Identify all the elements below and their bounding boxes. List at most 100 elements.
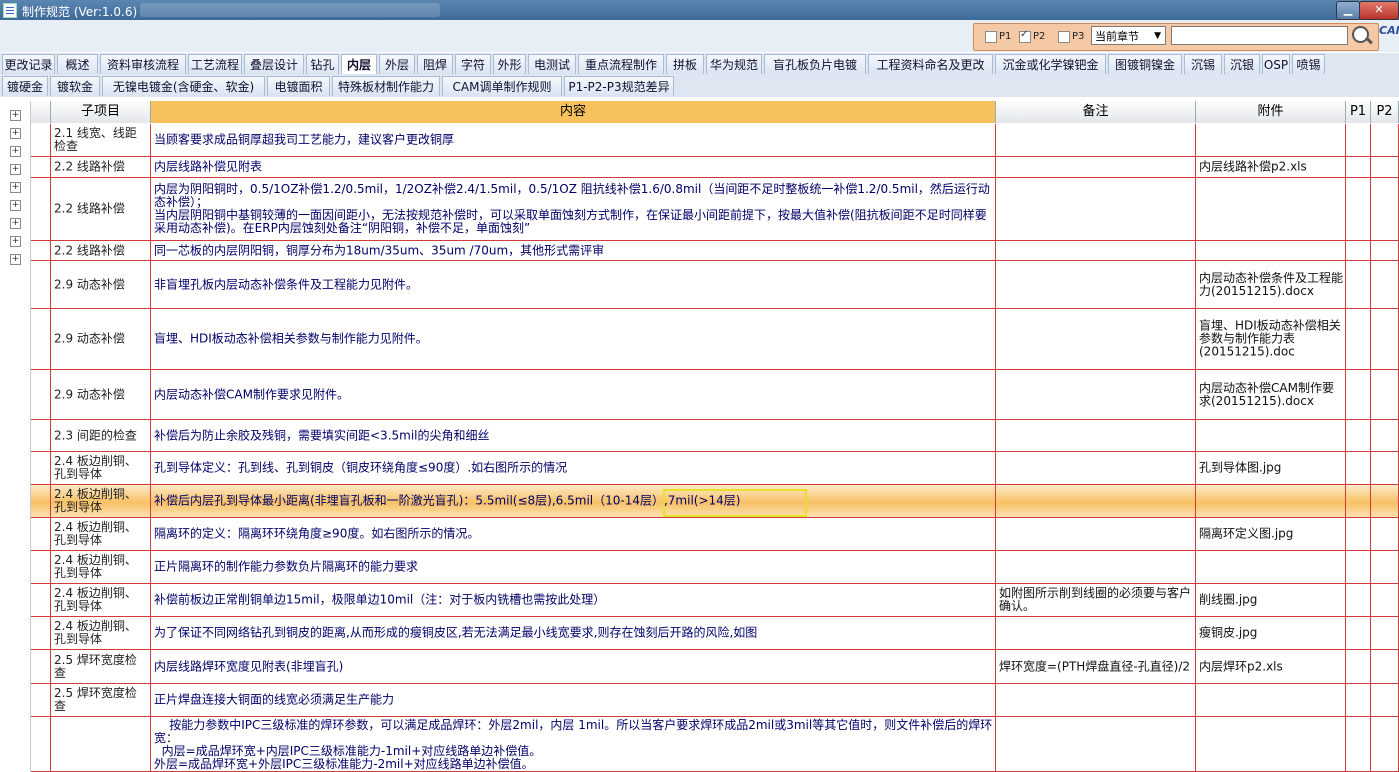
tab-tabs_row1-17[interactable]: 沉金或化学镍钯金 xyxy=(995,54,1106,74)
header-remark[interactable]: 备注 xyxy=(996,101,1196,123)
cell-attachment[interactable]: 盲埋、HDI板动态补偿相关参数与制作能力表(20151215).doc xyxy=(1196,309,1346,369)
cell-sub[interactable]: 2.4 板边削铜、孔到导体 xyxy=(51,584,151,616)
cell-p1[interactable] xyxy=(1346,717,1371,771)
cell-remark[interactable] xyxy=(996,717,1196,771)
tab-tabs_row1-13[interactable]: 拼板 xyxy=(666,54,704,74)
cell-content[interactable]: 正片焊盘连接大铜面的线宽必须满足生产能力 xyxy=(151,684,996,716)
cell-p2[interactable] xyxy=(1371,261,1399,308)
cell-content[interactable]: 孔到导体定义：孔到线、孔到铜皮（铜皮环绕角度≤90度）.如右图所示的情况 xyxy=(151,452,996,484)
cell-sub[interactable]: 2.9 动态补偿 xyxy=(51,261,151,308)
tab-tabs_row1-1[interactable]: 概述 xyxy=(57,54,98,74)
chapter-select[interactable]: 当前章节 ▼ xyxy=(1091,26,1166,45)
table-row[interactable]: 2.4 板边削铜、孔到导体 隔离环的定义：隔离环环绕角度≥90度。如右图所示的情况… xyxy=(31,518,1399,551)
cell-content[interactable]: 内层动态补偿CAM制作要求见附件。 xyxy=(151,370,996,419)
cell-sub[interactable]: 2.2 线路补偿 xyxy=(51,157,151,177)
cell-p2[interactable] xyxy=(1371,617,1399,649)
cell-attachment[interactable] xyxy=(1196,420,1346,451)
cell-p2[interactable] xyxy=(1371,684,1399,716)
cell-sub[interactable]: 2.4 板边削铜、孔到导体 xyxy=(51,485,151,517)
cell-p1[interactable] xyxy=(1346,157,1371,177)
table-row[interactable]: 2.5 焊环宽度检查 正片焊盘连接大铜面的线宽必须满足生产能力 xyxy=(31,684,1399,717)
cell-remark[interactable]: 如附图所示削到线圈的必须要与客户确认。 xyxy=(996,584,1196,616)
cell-content[interactable]: 为了保证不同网络钻孔到铜皮的距离,从而形成的瘦铜皮区,若无法满足最小线宽要求,则… xyxy=(151,617,996,649)
tab-tabs_row2-3[interactable]: 电镀面积 xyxy=(267,76,330,96)
cell-p2[interactable] xyxy=(1371,551,1399,583)
expand-icon[interactable]: + xyxy=(10,146,21,157)
minimize-button[interactable]: ▁ xyxy=(1336,1,1360,20)
tab-tabs_row1-0[interactable]: 更改记录 xyxy=(2,54,55,74)
cell-remark[interactable] xyxy=(996,452,1196,484)
tab-tabs_row1-20[interactable]: 沉银 xyxy=(1224,54,1260,74)
tab-tabs_row1-21[interactable]: OSP xyxy=(1262,54,1290,74)
cell-sub[interactable] xyxy=(51,717,151,771)
cell-sub[interactable]: 2.9 动态补偿 xyxy=(51,309,151,369)
cell-p2[interactable] xyxy=(1371,717,1399,771)
cell-remark[interactable] xyxy=(996,241,1196,260)
cell-attachment[interactable]: 削线圈.jpg xyxy=(1196,584,1346,616)
cell-p1[interactable] xyxy=(1346,420,1371,451)
close-button[interactable]: ✕ xyxy=(1359,1,1399,20)
cell-content[interactable]: 按能力参数中IPC三级标准的焊环参数，可以满足成品焊环：外层2mil，内层 1m… xyxy=(151,717,996,771)
cell-p2[interactable] xyxy=(1371,309,1399,369)
cell-sub[interactable]: 2.5 焊环宽度检查 xyxy=(51,650,151,683)
table-row[interactable]: 2.5 焊环宽度检查 内层线路焊环宽度见附表(非埋盲孔) 焊环宽度=(PTH焊盘直径… xyxy=(31,650,1399,684)
cell-attachment[interactable]: 瘦铜皮.jpg xyxy=(1196,617,1346,649)
cell-attachment[interactable]: 孔到导体图.jpg xyxy=(1196,452,1346,484)
cell-remark[interactable]: 焊环宽度=(PTH焊盘直径-孔直径)/2 xyxy=(996,650,1196,683)
cell-attachment[interactable] xyxy=(1196,485,1346,517)
cell-remark[interactable] xyxy=(996,518,1196,550)
table-row[interactable]: 2.9 动态补偿 非盲埋孔板内层动态补偿条件及工程能力见附件。 内层动态补偿条件及工… xyxy=(31,261,1399,309)
tab-tabs_row1-14[interactable]: 华为规范 xyxy=(706,54,762,74)
cell-attachment[interactable] xyxy=(1196,124,1346,156)
cell-p1[interactable] xyxy=(1346,241,1371,260)
header-sub[interactable]: 子项目 xyxy=(51,101,151,123)
attachment-link[interactable]: 内层线路补偿p2.xls xyxy=(1199,160,1307,174)
tab-tabs_row1-19[interactable]: 沉锡 xyxy=(1184,54,1222,74)
attachment-link[interactable]: 内层动态补偿CAM制作要求(20151215).docx xyxy=(1199,381,1334,408)
cell-attachment[interactable] xyxy=(1196,717,1346,771)
cell-content[interactable]: 盲埋、HDI板动态补偿相关参数与制作能力见附件。 xyxy=(151,309,996,369)
cell-p1[interactable] xyxy=(1346,617,1371,649)
expand-icon[interactable]: + xyxy=(10,182,21,193)
cell-p1[interactable] xyxy=(1346,370,1371,419)
cell-p1[interactable] xyxy=(1346,518,1371,550)
tab-tabs_row1-10[interactable]: 外形 xyxy=(493,54,526,74)
cell-p2[interactable] xyxy=(1371,241,1399,260)
cell-attachment[interactable] xyxy=(1196,551,1346,583)
header-p1[interactable]: P1 xyxy=(1346,101,1371,123)
p2-checkbox[interactable] xyxy=(1019,29,1031,43)
table-row[interactable]: 2.4 板边削铜、孔到导体 孔到导体定义：孔到线、孔到铜皮（铜皮环绕角度≤90度）… xyxy=(31,452,1399,485)
table-row[interactable]: 2.1 线宽、线距检查 当顾客要求成品铜厚超我司工艺能力，建议客户更改铜厚 xyxy=(31,124,1399,157)
tab-tabs_row1-3[interactable]: 工艺流程 xyxy=(188,54,242,74)
cell-remark[interactable] xyxy=(996,617,1196,649)
cell-sub[interactable]: 2.5 焊环宽度检查 xyxy=(51,684,151,716)
cell-p2[interactable] xyxy=(1371,178,1399,240)
cell-remark[interactable] xyxy=(996,124,1196,156)
tab-tabs_row1-22[interactable]: 喷锡 xyxy=(1292,54,1325,74)
expand-icon[interactable]: + xyxy=(10,128,21,139)
expand-icon[interactable]: + xyxy=(10,164,21,175)
p3-checkbox[interactable] xyxy=(1058,31,1070,43)
cell-p1[interactable] xyxy=(1346,261,1371,308)
table-row[interactable]: 2.4 板边削铜、孔到导体 为了保证不同网络钻孔到铜皮的距离,从而形成的瘦铜皮区,… xyxy=(31,617,1399,650)
expand-icon[interactable]: + xyxy=(10,254,21,265)
cell-attachment[interactable]: 内层动态补偿CAM制作要求(20151215).docx xyxy=(1196,370,1346,419)
table-row[interactable]: 2.2 线路补偿 内层为阴阳铜时，0.5/1OZ补偿1.2/0.5mil，1/2O… xyxy=(31,178,1399,241)
cell-remark[interactable] xyxy=(996,551,1196,583)
tab-tabs_row1-11[interactable]: 电测试 xyxy=(528,54,576,74)
cell-content[interactable]: 隔离环的定义：隔离环环绕角度≥90度。如右图所示的情况。 xyxy=(151,518,996,550)
tab-tabs_row2-6[interactable]: P1-P2-P3规范差异 xyxy=(564,76,674,96)
cell-remark[interactable] xyxy=(996,178,1196,240)
expand-icon[interactable]: + xyxy=(10,236,21,247)
tab-tabs_row1-12[interactable]: 重点流程制作 xyxy=(578,54,664,74)
cell-p2[interactable] xyxy=(1371,420,1399,451)
attachment-link[interactable]: 瘦铜皮.jpg xyxy=(1199,626,1257,640)
tab-tabs_row1-6[interactable]: 内层 xyxy=(341,54,377,74)
cell-content[interactable]: 补偿后为防止余胶及残铜，需要填实间距<3.5mil的尖角和细丝 xyxy=(151,420,996,451)
attachment-link[interactable]: 盲埋、HDI板动态补偿相关参数与制作能力表(20151215).doc xyxy=(1199,319,1341,359)
cell-content[interactable]: 正片隔离环的制作能力参数负片隔离环的能力要求 xyxy=(151,551,996,583)
tab-tabs_row1-5[interactable]: 钻孔 xyxy=(306,54,339,74)
cell-remark[interactable] xyxy=(996,261,1196,308)
cell-p1[interactable] xyxy=(1346,551,1371,583)
table-row[interactable]: 按能力参数中IPC三级标准的焊环参数，可以满足成品焊环：外层2mil，内层 1m… xyxy=(31,717,1399,772)
